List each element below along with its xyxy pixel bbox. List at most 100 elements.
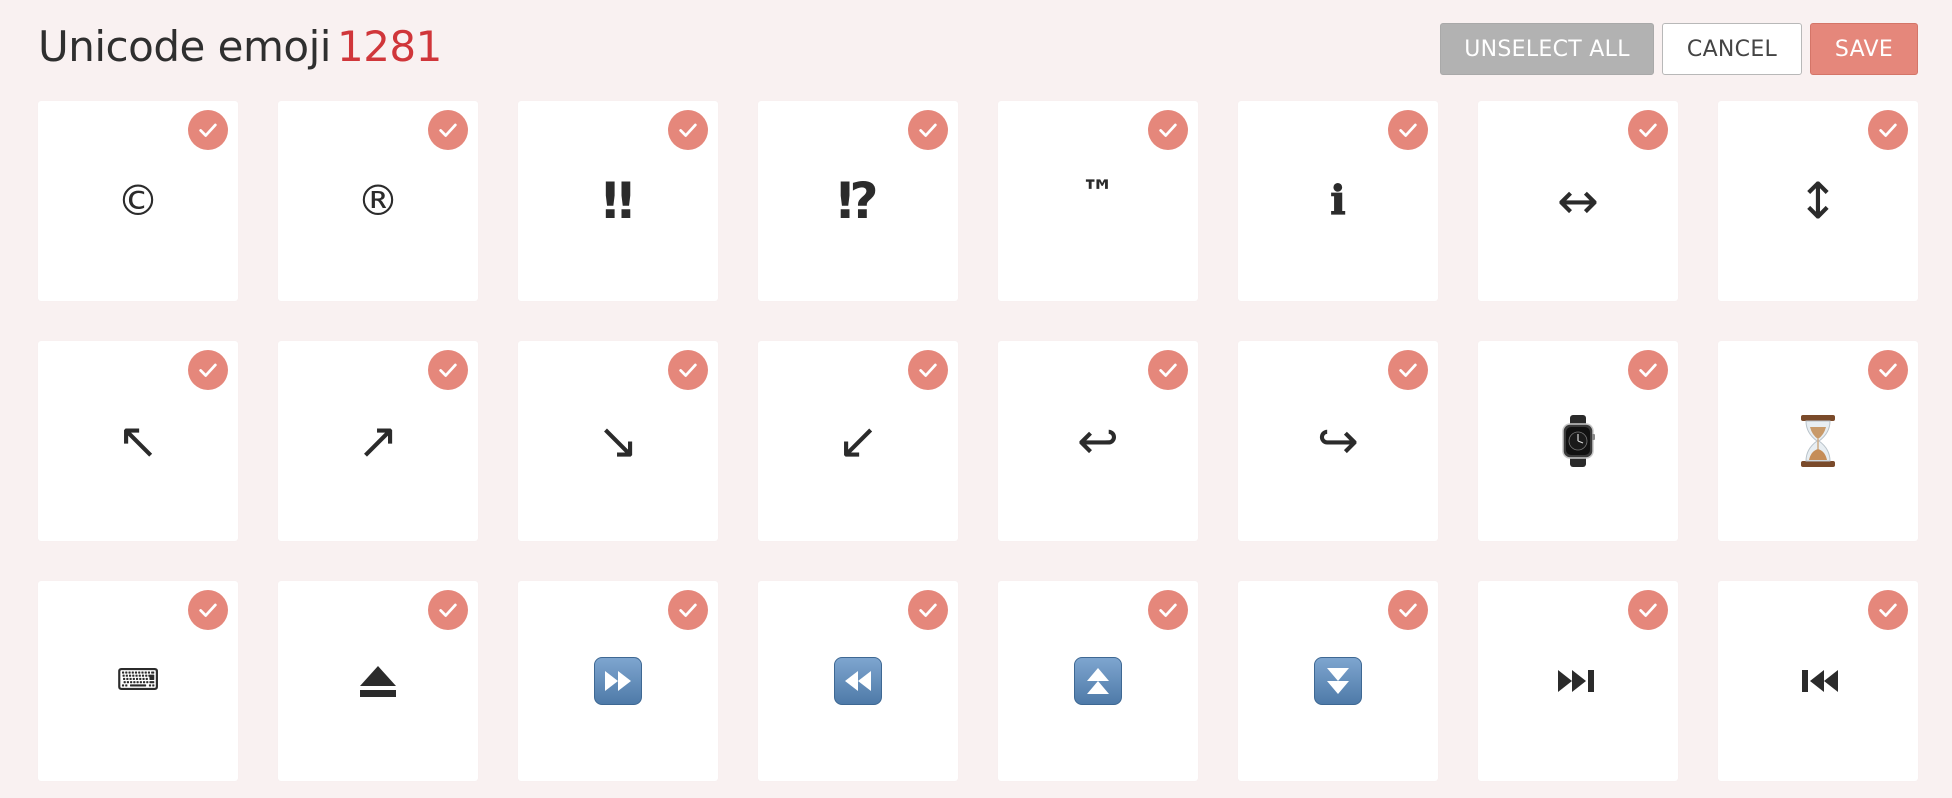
emoji-tile-last-track-button[interactable]: ⏮ xyxy=(1718,581,1918,781)
checkmark-icon xyxy=(439,123,457,137)
emoji-tile-up-down-arrow[interactable]: ↕ xyxy=(1718,101,1918,301)
checkmark-icon xyxy=(1639,603,1657,617)
selected-check-icon[interactable] xyxy=(908,350,948,390)
left-right-arrow-glyph: ↔ xyxy=(1557,172,1599,230)
checkmark-icon xyxy=(1399,363,1417,377)
emoji-tile-exclamation-question[interactable]: ⁉ xyxy=(758,101,958,301)
checkmark-icon xyxy=(1159,363,1177,377)
emoji-tile-double-exclamation[interactable]: ‼ xyxy=(518,101,718,301)
emoji-tile-up-right-arrow[interactable]: ↗ xyxy=(278,341,478,541)
selected-check-icon[interactable] xyxy=(1868,110,1908,150)
checkmark-icon xyxy=(1879,363,1897,377)
selected-check-icon[interactable] xyxy=(1868,590,1908,630)
emoji-count: 1281 xyxy=(336,22,442,71)
copyright-glyph: © xyxy=(117,176,159,225)
selected-check-icon[interactable] xyxy=(188,590,228,630)
checkmark-icon xyxy=(1639,123,1657,137)
checkmark-icon xyxy=(1159,123,1177,137)
fast-reverse-icon xyxy=(834,657,882,705)
emoji-tile-right-arrow-curving-left[interactable]: ↩ xyxy=(998,341,1198,541)
page-title-text: Unicode emoji xyxy=(38,22,331,71)
emoji-tile-up-left-arrow[interactable]: ↖ xyxy=(38,341,238,541)
checkmark-icon xyxy=(1159,603,1177,617)
hourglass-icon xyxy=(1801,415,1835,467)
left-arrow-curving-right-glyph: ↪ xyxy=(1317,412,1359,470)
checkmark-icon xyxy=(1879,123,1897,137)
selected-check-icon[interactable] xyxy=(428,110,468,150)
emoji-grid: © ® ‼ ⁉ ™ ℹ ↔ ↕ ↖ ↗ ↘ ↙ ↩ ↪ ⌨ xyxy=(38,101,1918,781)
selected-check-icon[interactable] xyxy=(668,350,708,390)
down-right-arrow-glyph: ↘ xyxy=(597,412,639,470)
emoji-tile-hourglass[interactable]: ⌛ xyxy=(1718,341,1918,541)
selected-check-icon[interactable] xyxy=(908,590,948,630)
emoji-tile-left-right-arrow[interactable]: ↔ xyxy=(1478,101,1678,301)
selected-check-icon[interactable] xyxy=(188,110,228,150)
emoji-tile-information[interactable]: ℹ xyxy=(1238,101,1438,301)
selected-check-icon[interactable] xyxy=(428,350,468,390)
fast-forward-icon xyxy=(594,657,642,705)
emoji-tile-fast-down-button[interactable]: ⏬ xyxy=(1238,581,1438,781)
emoji-tile-eject-button[interactable]: ⏏ xyxy=(278,581,478,781)
selected-check-icon[interactable] xyxy=(1628,350,1668,390)
last-track-icon xyxy=(1802,670,1838,692)
fast-up-icon xyxy=(1074,657,1122,705)
emoji-tile-fast-forward-button[interactable]: ⏩ xyxy=(518,581,718,781)
selected-check-icon[interactable] xyxy=(668,110,708,150)
unselect-all-button[interactable]: UNSELECT ALL xyxy=(1440,23,1654,75)
selected-check-icon[interactable] xyxy=(1148,110,1188,150)
checkmark-icon xyxy=(439,363,457,377)
fast-down-icon xyxy=(1314,657,1362,705)
selected-check-icon[interactable] xyxy=(428,590,468,630)
watch-icon xyxy=(1562,415,1595,467)
selected-check-icon[interactable] xyxy=(908,110,948,150)
emoji-tile-fast-reverse-button[interactable]: ⏪ xyxy=(758,581,958,781)
eject-icon xyxy=(360,666,396,697)
right-arrow-curving-left-glyph: ↩ xyxy=(1077,412,1119,470)
up-right-arrow-glyph: ↗ xyxy=(357,412,399,470)
selected-check-icon[interactable] xyxy=(188,350,228,390)
page-title: Unicode emoji 1281 xyxy=(38,22,442,71)
checkmark-icon xyxy=(1399,123,1417,137)
emoji-tile-copyright[interactable]: © xyxy=(38,101,238,301)
emoji-tile-down-left-arrow[interactable]: ↙ xyxy=(758,341,958,541)
information-glyph: ℹ xyxy=(1330,177,1346,224)
checkmark-icon xyxy=(679,363,697,377)
emoji-tile-down-right-arrow[interactable]: ↘ xyxy=(518,341,718,541)
checkmark-icon xyxy=(1639,363,1657,377)
up-down-arrow-glyph: ↕ xyxy=(1797,172,1839,230)
selected-check-icon[interactable] xyxy=(1388,350,1428,390)
down-left-arrow-glyph: ↙ xyxy=(837,412,879,470)
checkmark-icon xyxy=(199,363,217,377)
trade-mark-glyph: ™ xyxy=(1081,173,1115,213)
selected-check-icon[interactable] xyxy=(1628,590,1668,630)
emoji-tile-watch[interactable]: ⌚ xyxy=(1478,341,1678,541)
selected-check-icon[interactable] xyxy=(1388,110,1428,150)
checkmark-icon xyxy=(1879,603,1897,617)
selected-check-icon[interactable] xyxy=(1628,110,1668,150)
double-exclamation-glyph: ‼ xyxy=(602,172,634,230)
exclamation-question-glyph: ⁉ xyxy=(837,172,879,230)
emoji-tile-keyboard[interactable]: ⌨ xyxy=(38,581,238,781)
checkmark-icon xyxy=(1399,603,1417,617)
emoji-tile-trade-mark[interactable]: ™ xyxy=(998,101,1198,301)
checkmark-icon xyxy=(919,363,937,377)
emoji-tile-registered[interactable]: ® xyxy=(278,101,478,301)
up-left-arrow-glyph: ↖ xyxy=(117,412,159,470)
selected-check-icon[interactable] xyxy=(1868,350,1908,390)
selected-check-icon[interactable] xyxy=(1148,590,1188,630)
registered-glyph: ® xyxy=(357,176,399,225)
checkmark-icon xyxy=(199,603,217,617)
selected-check-icon[interactable] xyxy=(668,590,708,630)
keyboard-glyph: ⌨ xyxy=(116,663,160,698)
next-track-icon xyxy=(1558,670,1594,692)
emoji-tile-fast-up-button[interactable]: ⏫ xyxy=(998,581,1198,781)
selected-check-icon[interactable] xyxy=(1388,590,1428,630)
save-button[interactable]: SAVE xyxy=(1810,23,1918,75)
header: Unicode emoji 1281 UNSELECT ALL CANCEL SA… xyxy=(38,0,1918,100)
selected-check-icon[interactable] xyxy=(1148,350,1188,390)
checkmark-icon xyxy=(679,123,697,137)
checkmark-icon xyxy=(679,603,697,617)
cancel-button[interactable]: CANCEL xyxy=(1662,23,1802,75)
emoji-tile-left-arrow-curving-right[interactable]: ↪ xyxy=(1238,341,1438,541)
emoji-tile-next-track-button[interactable]: ⏭ xyxy=(1478,581,1678,781)
